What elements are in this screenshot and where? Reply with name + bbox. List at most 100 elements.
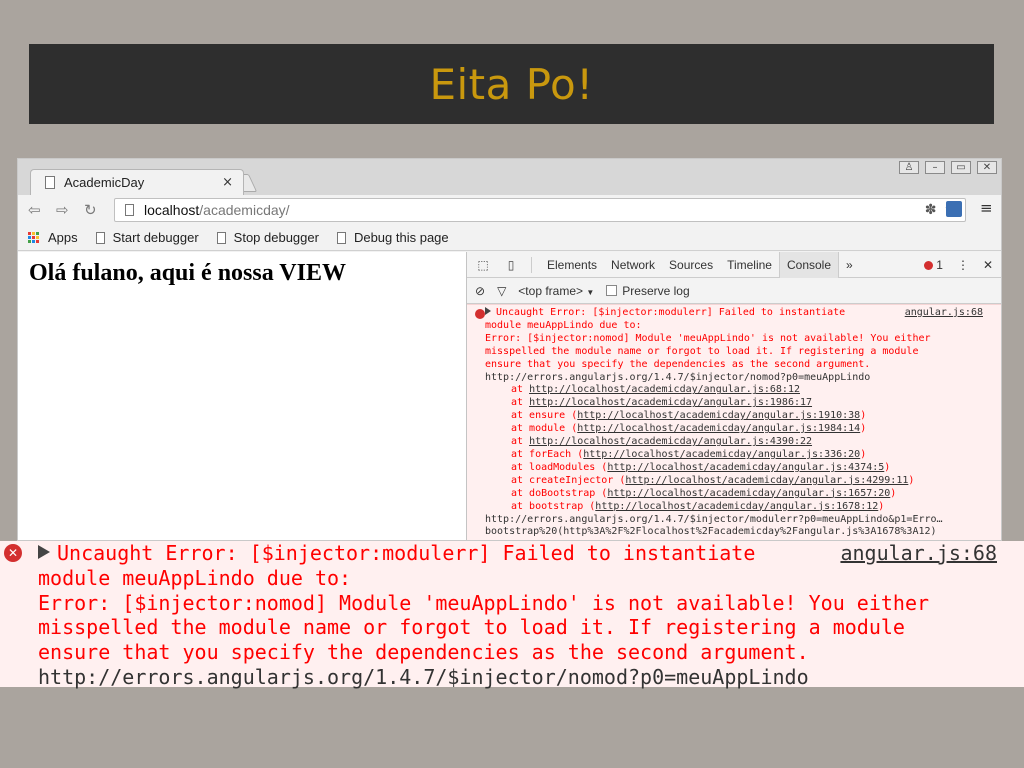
- close-devtools-icon[interactable]: ✕: [983, 258, 993, 272]
- stack-frame-prefix: at: [511, 436, 530, 448]
- error-line: module meuAppLindo due to:: [38, 565, 352, 590]
- tab-elements[interactable]: Elements: [540, 252, 604, 278]
- stack-frame: at http://localhost/academicday/angular.…: [485, 397, 997, 410]
- stack-frame-link[interactable]: http://localhost/academicday/angular.js:…: [577, 410, 860, 421]
- stack-frame-suffix: ): [878, 500, 885, 512]
- bookmark-label: Apps: [48, 230, 78, 245]
- kebab-menu-icon[interactable]: ⋮: [957, 258, 969, 272]
- more-tabs-icon[interactable]: »: [839, 252, 860, 278]
- bookmark-label: Debug this page: [353, 230, 449, 245]
- stack-frame-link[interactable]: http://localhost/academicday/angular.js:…: [607, 488, 890, 499]
- page-icon: [336, 231, 346, 244]
- stack-frame-link[interactable]: http://localhost/academicday/angular.js:…: [583, 449, 860, 460]
- address-path: /academicday/: [199, 202, 290, 218]
- error-line: Error: [$injector:nomod] Module 'meuAppL…: [38, 590, 930, 615]
- stack-frame-link[interactable]: http://localhost/academicday/angular.js:…: [595, 501, 878, 512]
- navigation-bar: ⇦ ⇨ ↻ localhost/academicday/ ✽ ☆ ≡: [18, 195, 1001, 225]
- stack-frame-prefix: at bootstrap (: [511, 500, 596, 512]
- stack-frame-prefix: at: [511, 397, 530, 409]
- stack-frame-prefix: at createInjector (: [511, 474, 626, 486]
- error-icon: [924, 260, 934, 270]
- page-heading: Olá fulano, aqui é nossa VIEW: [29, 260, 346, 286]
- console-url-line: http://errors.angularjs.org/1.4.7/$injec…: [485, 371, 871, 383]
- tab-console[interactable]: Console: [778, 252, 840, 278]
- browser-tab[interactable]: AcademicDay ×: [30, 169, 244, 195]
- address-host: localhost: [144, 202, 200, 218]
- clear-console-icon[interactable]: ⊘: [475, 284, 485, 298]
- stack-frame: at http://localhost/academicday/angular.…: [485, 436, 997, 449]
- console-error-message: angular.js:68 Uncaught Error: [$injector…: [467, 304, 1001, 540]
- bookmark-stop-debugger[interactable]: Stop debugger: [216, 230, 319, 245]
- window-controls: ♙ – ▭ ✕: [899, 161, 997, 174]
- error-icon: [475, 309, 485, 319]
- stack-frame-link[interactable]: http://localhost/academicday/angular.js:…: [529, 384, 800, 395]
- bookmark-debug-this-page[interactable]: Debug this page: [336, 230, 449, 245]
- stack-frame-suffix: ): [884, 461, 891, 473]
- stack-frame-prefix: at: [511, 384, 530, 396]
- stack-frame-prefix: at module (: [511, 423, 578, 435]
- stack-frame-prefix: at ensure (: [511, 410, 578, 422]
- tab-title: AcademicDay: [64, 175, 145, 190]
- page-icon: [125, 204, 134, 216]
- console-line: Error: [$injector:nomod] Module 'meuAppL…: [485, 332, 931, 344]
- bookmarks-bar: Apps Start debugger Stop debugger Debug …: [18, 225, 1001, 251]
- stack-frame-link[interactable]: http://localhost/academicday/angular.js:…: [529, 436, 812, 447]
- extension-button-icon[interactable]: [946, 201, 962, 217]
- frame-select[interactable]: <top frame> ▼: [518, 284, 594, 298]
- console-line: ensure that you specify the dependencies…: [485, 358, 871, 370]
- devtools-toolbar: ⬚ ▯ Elements Network Sources Timeline Co…: [467, 252, 1001, 278]
- console-line: module meuAppLindo due to:: [485, 319, 642, 331]
- reload-icon[interactable]: ↻: [84, 201, 97, 219]
- tab-network[interactable]: Network: [604, 252, 662, 278]
- extension-icon[interactable]: ✽: [925, 202, 937, 218]
- back-icon[interactable]: ⇦: [28, 201, 41, 219]
- slide-title: Eita Po!: [429, 59, 594, 109]
- bookmark-label: Stop debugger: [233, 230, 319, 245]
- preserve-log-toggle[interactable]: Preserve log: [606, 284, 690, 298]
- tab-timeline[interactable]: Timeline: [720, 252, 779, 278]
- stack-frame-prefix: at loadModules (: [511, 461, 608, 473]
- stack-frame: at ensure (http://localhost/academicday/…: [485, 410, 997, 423]
- expand-triangle-icon[interactable]: [485, 307, 491, 315]
- minimize-icon[interactable]: –: [925, 161, 945, 174]
- browser-window: AcademicDay × ♙ – ▭ ✕ ⇦ ⇨ ↻ localhost/ac…: [17, 158, 1002, 541]
- apps-icon: [28, 231, 40, 244]
- filter-icon[interactable]: ▽: [497, 284, 506, 298]
- profile-icon[interactable]: ♙: [899, 161, 919, 174]
- error-icon: ✕: [4, 544, 22, 562]
- expand-triangle-icon[interactable]: [38, 545, 50, 559]
- stack-frame-link[interactable]: http://localhost/academicday/angular.js:…: [529, 397, 812, 408]
- close-window-icon[interactable]: ✕: [977, 161, 997, 174]
- address-bar[interactable]: localhost/academicday/ ✽ ☆: [114, 198, 966, 222]
- page-icon: [95, 231, 105, 244]
- stack-frame: at createInjector (http://localhost/acad…: [485, 475, 997, 488]
- error-url-line: http://errors.angularjs.org/1.4.7/$injec…: [38, 664, 809, 689]
- divider: [531, 256, 532, 273]
- dropdown-arrow-icon: ▼: [586, 287, 595, 297]
- tab-sources[interactable]: Sources: [662, 252, 720, 278]
- stack-frame: at loadModules (http://localhost/academi…: [485, 462, 997, 475]
- error-count-badge[interactable]: 1: [924, 258, 943, 272]
- devtools-panel: ⬚ ▯ Elements Network Sources Timeline Co…: [466, 252, 1001, 540]
- stack-frame-link[interactable]: http://localhost/academicday/angular.js:…: [625, 475, 908, 486]
- close-icon[interactable]: ×: [222, 175, 233, 190]
- checkbox[interactable]: [606, 284, 618, 296]
- error-line: ensure that you specify the dependencies…: [38, 640, 809, 665]
- bookmark-apps[interactable]: Apps: [28, 230, 78, 245]
- bookmark-label: Start debugger: [112, 230, 199, 245]
- stack-frame: at doBootstrap (http://localhost/academi…: [485, 488, 997, 501]
- stack-frame-link[interactable]: http://localhost/academicday/angular.js:…: [607, 462, 884, 473]
- device-mode-icon[interactable]: ▯: [499, 258, 523, 272]
- forward-icon[interactable]: ⇨: [56, 201, 69, 219]
- maximize-icon[interactable]: ▭: [951, 161, 971, 174]
- menu-icon[interactable]: ≡: [980, 199, 993, 217]
- bookmark-start-debugger[interactable]: Start debugger: [95, 230, 199, 245]
- console-filter-bar: ⊘ ▽ <top frame> ▼ Preserve log: [467, 278, 1001, 304]
- source-link[interactable]: angular.js:68: [905, 307, 983, 320]
- inspect-icon[interactable]: ⬚: [471, 258, 495, 272]
- stack-frame: at http://localhost/academicday/angular.…: [485, 384, 997, 397]
- frame-select-label: <top frame>: [518, 283, 584, 298]
- stack-frame-link[interactable]: http://localhost/academicday/angular.js:…: [577, 423, 860, 434]
- console-line: misspelled the module name or forgot to …: [485, 345, 919, 357]
- source-link[interactable]: angular.js:68: [840, 541, 997, 566]
